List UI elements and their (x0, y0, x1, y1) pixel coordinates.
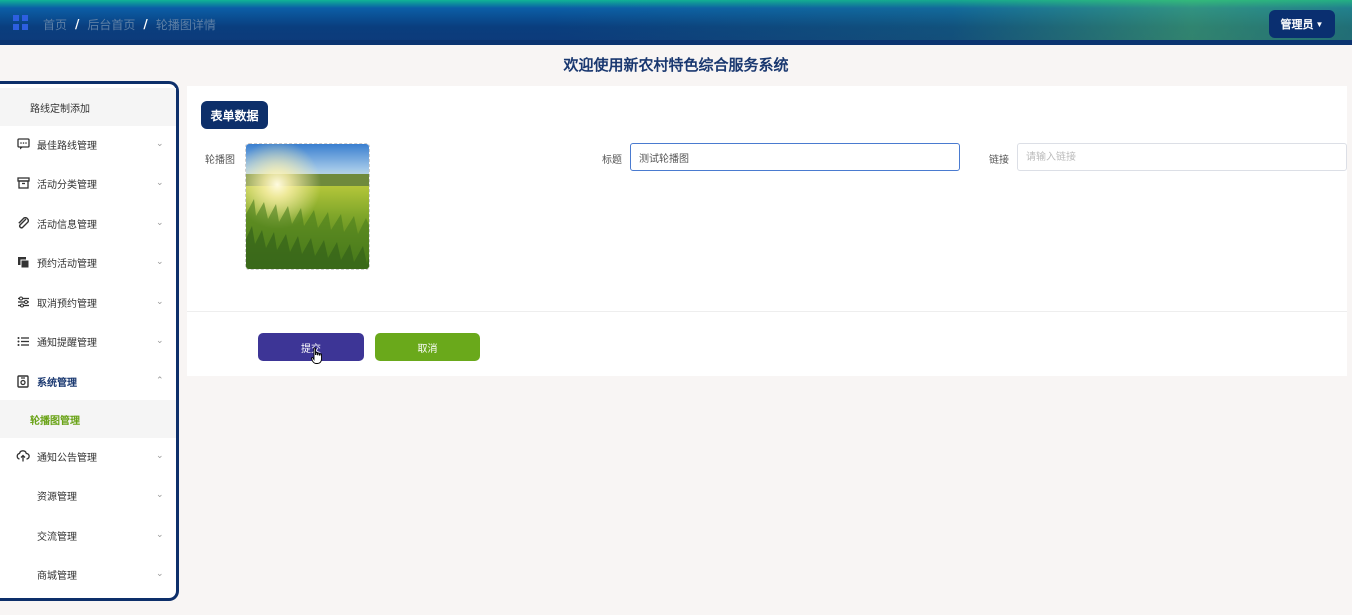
chevron-down-icon: ⌄ (156, 490, 164, 500)
sidebar-item-system[interactable]: 系统管理 ⌃ (0, 362, 176, 400)
sidebar-item-communication[interactable]: 交流管理 ⌄ (0, 516, 176, 554)
top-bar-sheen (552, 0, 1352, 45)
breadcrumb-home[interactable]: 首页 (43, 16, 67, 33)
chevron-down-icon: ⌄ (156, 336, 164, 346)
sidebar-item-booking[interactable]: 预约活动管理 ⌄ (0, 243, 176, 281)
chevron-down-icon: ⌄ (156, 139, 164, 149)
sidebar-item-label: 通知公告管理 (37, 452, 97, 464)
form-section-tag: 表单数据 (201, 101, 268, 129)
chevron-down-icon: ⌄ (156, 178, 164, 188)
sidebar-item-notification-reminder[interactable]: 通知提醒管理 ⌄ (0, 322, 176, 360)
chevron-down-icon: ⌄ (156, 218, 164, 228)
sidebar-item-label: 取消预约管理 (37, 298, 97, 310)
chevron-down-icon: ⌄ (156, 257, 164, 267)
breadcrumb-separator: / (75, 17, 80, 31)
sliders-icon (16, 295, 30, 309)
archive-icon (16, 176, 30, 190)
sidebar-item-label: 商城管理 (37, 570, 77, 582)
breadcrumb-separator: / (143, 17, 148, 31)
link-field-label: 链接 (989, 155, 1009, 166)
chevron-down-icon: ⌄ (156, 297, 164, 307)
cancel-button[interactable]: 取消 (375, 333, 480, 361)
chevron-down-icon: ⌄ (156, 451, 164, 461)
sidebar-item-best-route[interactable]: 最佳路线管理 ⌄ (0, 125, 176, 163)
sidebar-item-announcement[interactable]: 通知公告管理 ⌄ (0, 437, 176, 475)
message-icon (16, 137, 30, 151)
hand-cursor-icon (311, 347, 323, 368)
chevron-up-icon: ⌃ (156, 376, 164, 386)
sidebar: 路线定制添加 最佳路线管理 ⌄ 活动分类管理 ⌄ 活动信息管理 ⌄ 预约活动管理… (0, 81, 179, 601)
sidebar-item-label: 系统管理 (37, 377, 77, 389)
sidebar-item-label: 最佳路线管理 (37, 140, 97, 152)
paperclip-icon (16, 216, 30, 230)
carousel-image-upload[interactable] (245, 143, 370, 270)
sidebar-item-carousel[interactable]: 轮播图管理 (0, 400, 176, 438)
form-divider (187, 311, 1347, 312)
sidebar-item-label: 通知提醒管理 (37, 337, 97, 349)
chevron-down-icon: ⌄ (156, 530, 164, 540)
image-field-label: 轮播图 (205, 155, 235, 166)
user-menu-label: 管理员 (1280, 19, 1314, 31)
sidebar-item-route-custom-add[interactable]: 路线定制添加 (0, 88, 176, 126)
breadcrumb: 首页 / 后台首页 / 轮播图详情 (43, 16, 216, 32)
sidebar-item-label: 路线定制添加 (30, 103, 90, 115)
sidebar-item-cancel-booking[interactable]: 取消预约管理 ⌄ (0, 283, 176, 321)
chevron-down-icon: ▼ (1315, 19, 1324, 29)
top-bar-bottom-edge (0, 40, 1352, 45)
sidebar-item-label: 活动信息管理 (37, 219, 97, 231)
sidebar-item-label: 轮播图管理 (30, 415, 80, 427)
sidebar-item-label: 预约活动管理 (37, 258, 97, 270)
sidebar-item-activity-category[interactable]: 活动分类管理 ⌄ (0, 164, 176, 202)
settings-box-icon (16, 374, 30, 388)
sidebar-item-label: 交流管理 (37, 531, 77, 543)
breadcrumb-current: 轮播图详情 (155, 17, 216, 32)
carousel-image-preview (246, 144, 369, 269)
list-icon (16, 334, 30, 348)
copy-icon (16, 255, 30, 269)
link-input[interactable] (1017, 143, 1347, 171)
sidebar-item-activity-info[interactable]: 活动信息管理 ⌄ (0, 204, 176, 242)
sidebar-item-mall[interactable]: 商城管理 ⌄ (0, 555, 176, 593)
top-bar: 首页 / 后台首页 / 轮播图详情 管理员 ▼ (0, 0, 1352, 45)
title-field-label: 标题 (602, 155, 622, 166)
page-title: 欢迎使用新农村特色综合服务系统 (563, 56, 789, 74)
chevron-down-icon: ⌄ (156, 569, 164, 579)
sidebar-item-label: 活动分类管理 (37, 179, 97, 191)
cloud-upload-icon (16, 449, 30, 463)
user-menu-button[interactable]: 管理员 ▼ (1269, 10, 1335, 38)
title-input[interactable] (630, 143, 960, 171)
breadcrumb-dashboard[interactable]: 后台首页 (87, 16, 135, 33)
sidebar-item-label: 资源管理 (37, 491, 77, 503)
grid-menu-icon[interactable] (13, 15, 28, 30)
sidebar-item-resources[interactable]: 资源管理 ⌄ (0, 476, 176, 514)
